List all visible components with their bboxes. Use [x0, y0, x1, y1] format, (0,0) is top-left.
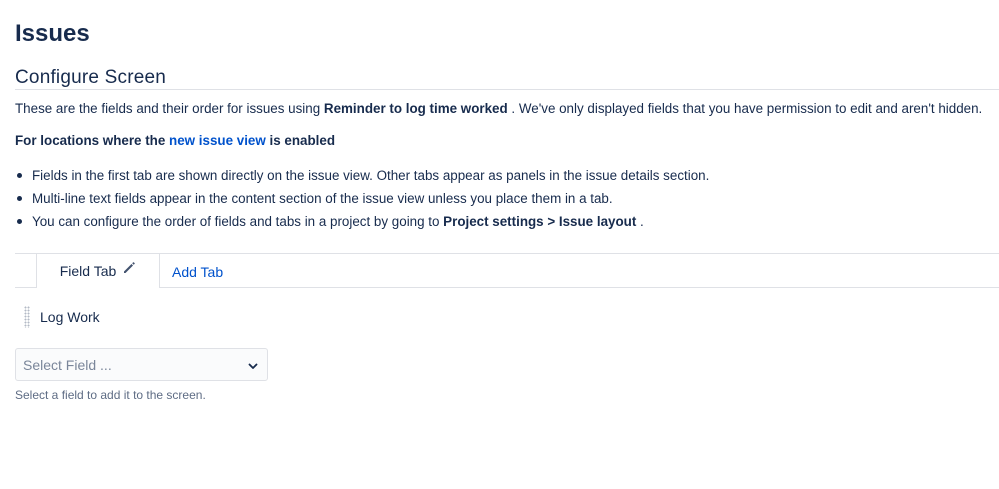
new-issue-view-link[interactable]: new issue view	[169, 133, 266, 148]
tab-label: Field Tab	[59, 263, 117, 279]
info-bullets: Fields in the first tab are shown direct…	[15, 164, 709, 233]
tabs-top-divider	[15, 253, 999, 254]
bullet-suffix: .	[636, 214, 644, 229]
bullet-text: Multi-line text fields appear in the con…	[32, 191, 613, 206]
select-field-dropdown[interactable]: Select Field ...	[15, 348, 268, 381]
chevron-down-icon	[247, 359, 259, 371]
select-field-helper-text: Select a field to add it to the screen.	[15, 388, 206, 402]
section-title: Configure Screen	[15, 67, 167, 88]
tabs-bottom-divider	[15, 287, 999, 288]
pencil-icon[interactable]	[122, 261, 136, 275]
page-title: Issues	[15, 20, 90, 47]
field-row-log-work[interactable]: Log Work	[24, 305, 100, 329]
bullet-item: Fields in the first tab are shown direct…	[15, 164, 709, 187]
field-name: Log Work	[40, 309, 100, 325]
intro-prefix: These are the fields and their order for…	[15, 101, 324, 116]
select-field-placeholder: Select Field ...	[23, 356, 112, 373]
bullet-item: You can configure the order of fields an…	[15, 210, 709, 233]
locations-suffix: is enabled	[265, 133, 336, 148]
add-tab-button[interactable]: Add Tab	[172, 264, 223, 280]
locations-prefix: For locations where the	[15, 133, 170, 148]
screen-scheme-name: Reminder to log time worked	[323, 101, 508, 116]
issue-layout-path: Project settings > Issue layout	[443, 214, 637, 229]
bullet-prefix: You can configure the order of fields an…	[32, 214, 444, 229]
bullet-text: Fields in the first tab are shown direct…	[32, 168, 710, 183]
intro-text: These are the fields and their order for…	[15, 100, 999, 118]
locations-heading: For locations where the new issue view i…	[15, 132, 335, 150]
section-divider	[15, 89, 999, 90]
intro-suffix: . We've only displayed fields that you h…	[507, 101, 983, 116]
bullet-item: Multi-line text fields appear in the con…	[15, 187, 709, 210]
tab-field-tab[interactable]: Field Tab	[36, 254, 160, 288]
drag-handle-icon[interactable]	[24, 306, 30, 328]
